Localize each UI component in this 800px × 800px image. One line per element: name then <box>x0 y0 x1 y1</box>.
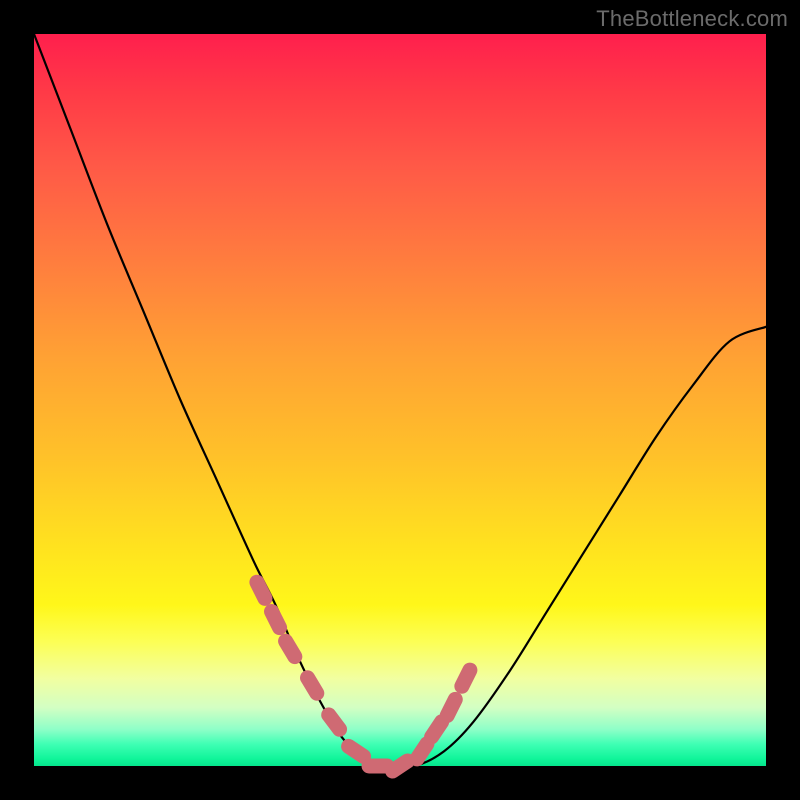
chart-svg <box>34 34 766 766</box>
marker-segment <box>417 744 427 759</box>
chart-frame: TheBottleneck.com <box>0 0 800 800</box>
marker-segment <box>272 612 280 628</box>
marker-group <box>257 582 470 771</box>
marker-segment <box>286 641 295 656</box>
plot-area <box>34 34 766 766</box>
marker-segment <box>432 722 442 737</box>
marker-segment <box>462 670 470 686</box>
bottleneck-curve <box>34 34 766 767</box>
marker-segment <box>308 678 317 693</box>
marker-segment <box>349 746 364 756</box>
marker-segment <box>447 699 455 715</box>
watermark-text: TheBottleneck.com <box>596 6 788 32</box>
marker-segment <box>393 761 408 771</box>
marker-segment <box>329 715 340 729</box>
marker-segment <box>257 582 265 598</box>
